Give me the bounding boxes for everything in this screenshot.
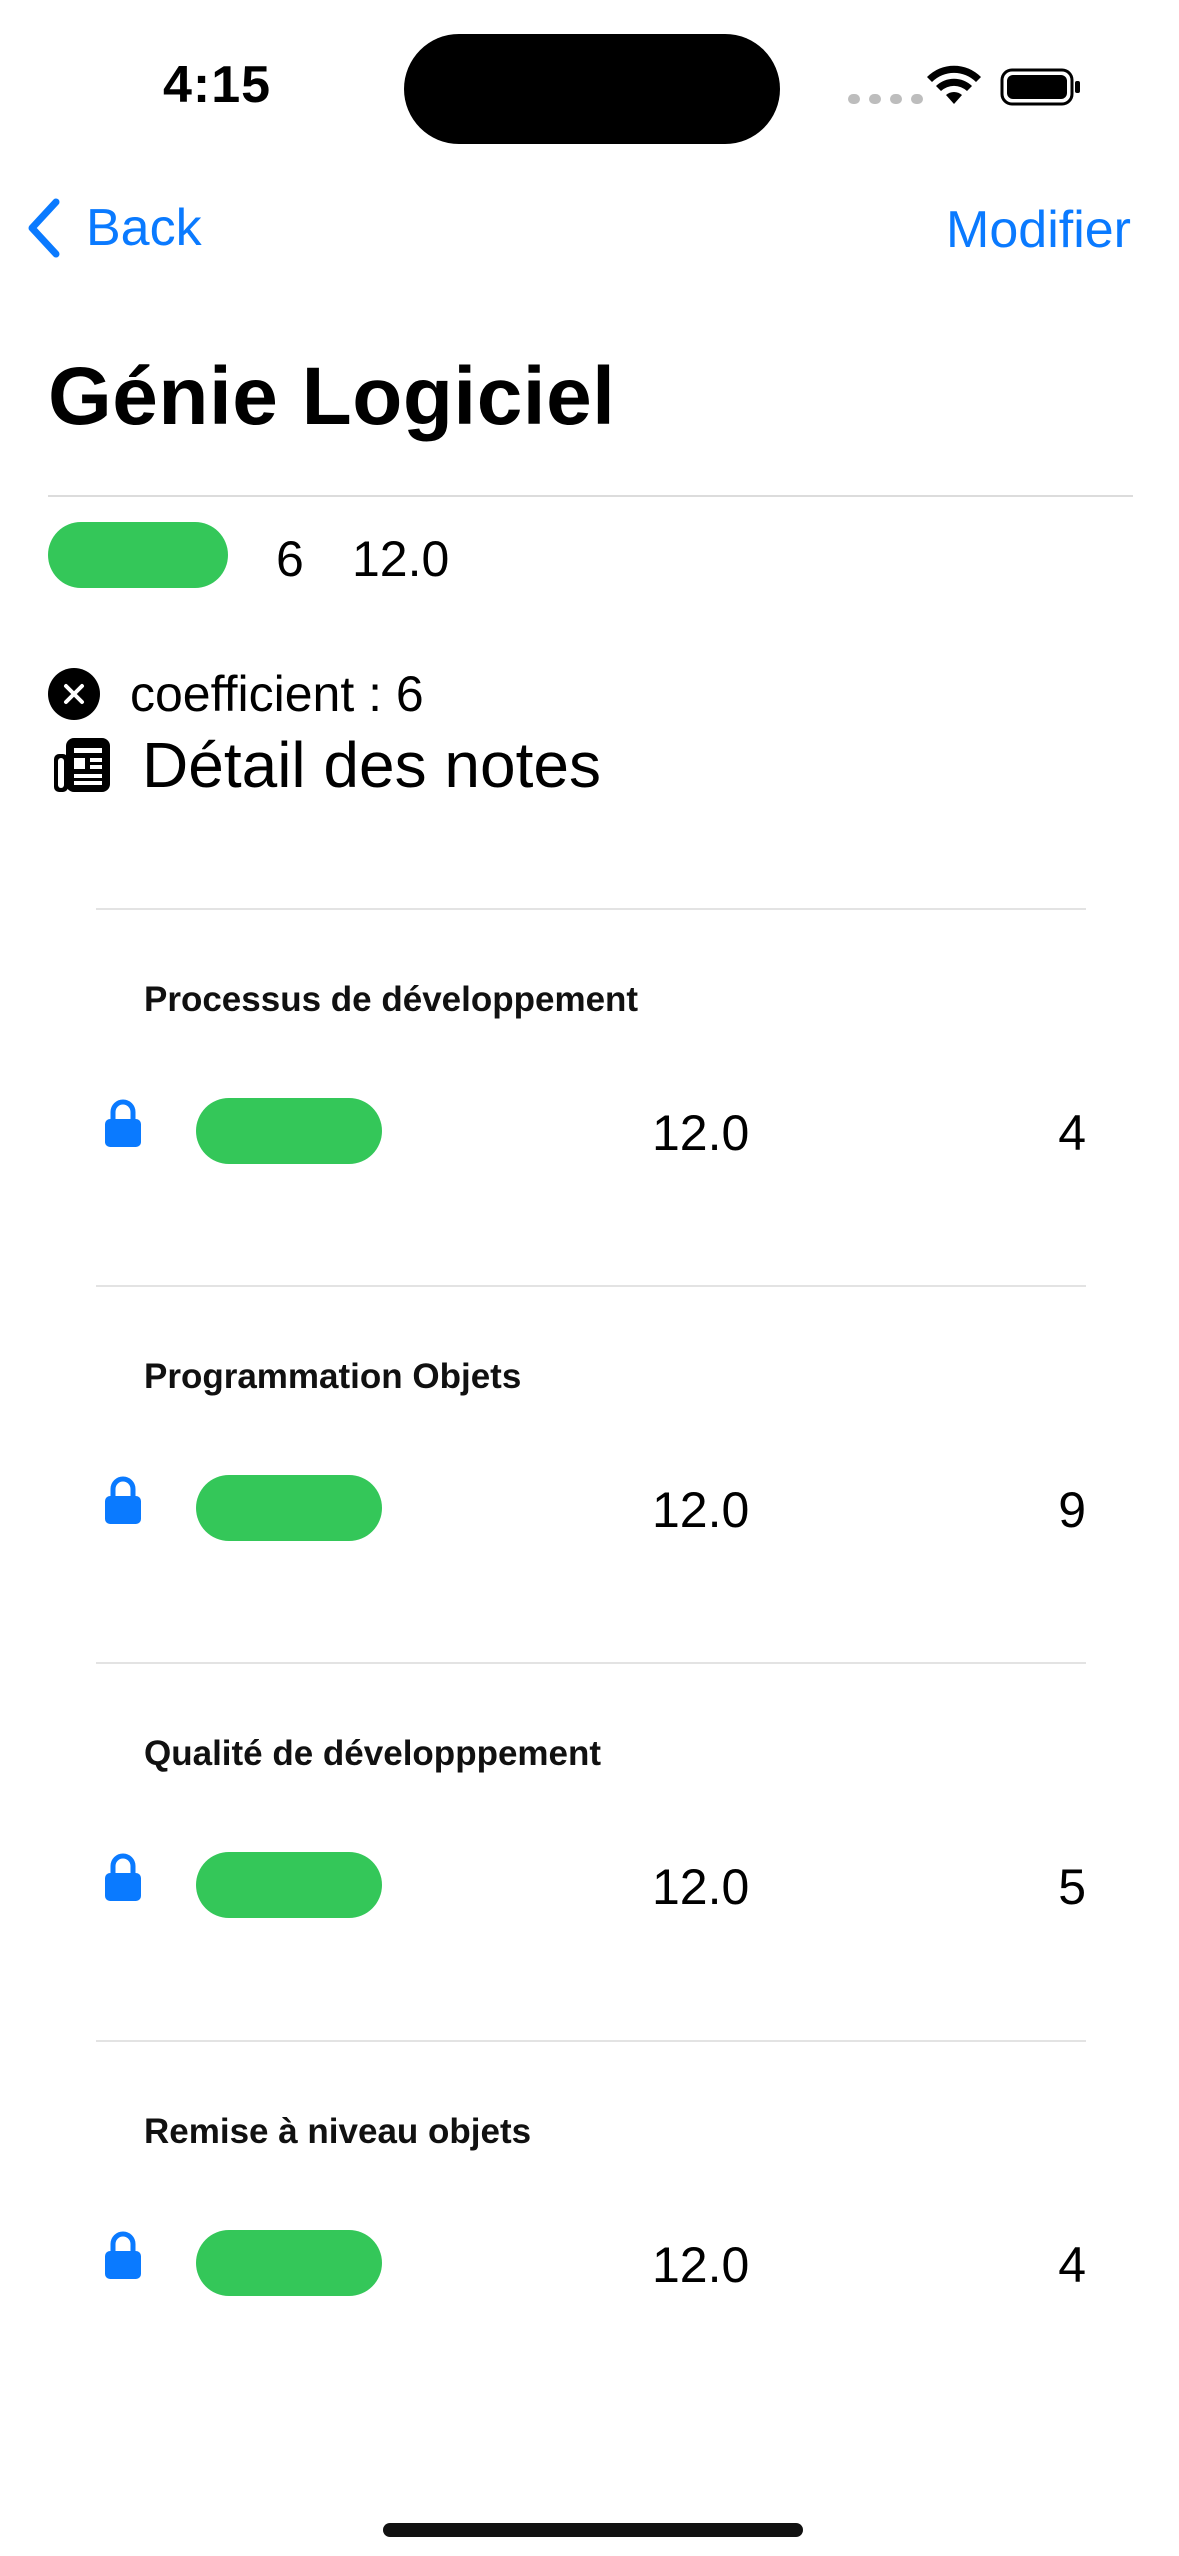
module-divider xyxy=(96,1662,1086,1664)
edit-button[interactable]: Modifier xyxy=(946,200,1131,260)
page-title: Génie Logiciel xyxy=(48,351,616,442)
battery-icon xyxy=(1000,68,1080,106)
lock-icon[interactable] xyxy=(104,1852,142,1902)
ue-average: 12.0 xyxy=(352,531,450,587)
coefficient-label: coefficient : 6 xyxy=(130,666,424,722)
grade-indicator xyxy=(196,2230,382,2296)
module-name: Qualité de développpement xyxy=(144,1734,602,1773)
module-grade: 12.0 xyxy=(652,1859,750,1915)
screen: 4:15 Back Modifier Génie Logiciel 6 12.0… xyxy=(0,0,1179,2556)
module-divider xyxy=(96,2040,1086,2042)
module-row: Processus de développement 12.0 4 xyxy=(96,908,1086,1280)
module-name: Remise à niveau objets xyxy=(144,2112,532,2151)
back-button[interactable]: Back xyxy=(24,198,202,258)
wifi-icon xyxy=(927,65,981,104)
module-coefficient: 9 xyxy=(1058,1482,1086,1538)
module-divider xyxy=(96,1285,1086,1287)
module-row: Remise à niveau objets 12.0 4 xyxy=(96,2040,1086,2412)
module-coefficient: 4 xyxy=(1058,1105,1086,1161)
ue-grade-indicator xyxy=(48,522,228,588)
lock-icon[interactable] xyxy=(104,1475,142,1525)
module-row: Programmation Objets 12.0 9 xyxy=(96,1285,1086,1657)
close-circle-icon[interactable] xyxy=(48,668,100,720)
module-coefficient: 5 xyxy=(1058,1859,1086,1915)
module-grade: 12.0 xyxy=(652,1482,750,1538)
ue-coefficient: 6 xyxy=(276,531,304,587)
module-row: Qualité de développpement 12.0 5 xyxy=(96,1662,1086,2034)
module-name: Processus de développement xyxy=(144,980,639,1019)
module-grade: 12.0 xyxy=(652,1105,750,1161)
divider xyxy=(48,495,1133,497)
lock-icon[interactable] xyxy=(104,2230,142,2280)
status-time: 4:15 xyxy=(163,56,272,114)
chevron-left-icon xyxy=(28,198,60,258)
home-indicator[interactable] xyxy=(383,2523,803,2537)
detail-title: Détail des notes xyxy=(142,729,601,801)
grade-indicator xyxy=(196,1852,382,1918)
module-grade: 12.0 xyxy=(652,2237,750,2293)
newspaper-icon xyxy=(54,738,110,792)
grade-indicator xyxy=(196,1475,382,1541)
coefficient-row: coefficient : 6 xyxy=(48,665,424,723)
dynamic-island xyxy=(404,34,780,144)
module-name: Programmation Objets xyxy=(144,1357,522,1396)
cellular-signal-icon xyxy=(848,94,923,104)
detail-heading: Détail des notes xyxy=(52,728,601,802)
module-coefficient: 4 xyxy=(1058,2237,1086,2293)
module-divider xyxy=(96,908,1086,910)
lock-icon[interactable] xyxy=(104,1098,142,1148)
back-label: Back xyxy=(86,199,202,257)
grade-indicator xyxy=(196,1098,382,1164)
